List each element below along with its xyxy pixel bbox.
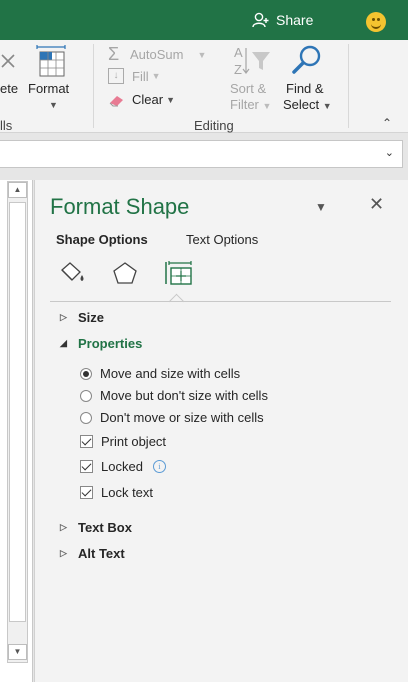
section-text-box-label: Text Box: [78, 520, 132, 535]
expand-triangle-icon: ▷: [60, 312, 67, 322]
size-properties-icon[interactable]: [163, 260, 192, 286]
autosum-dropdown-icon: ▼: [197, 49, 207, 60]
sort-filter-label: Filter: [230, 97, 259, 112]
ribbon: ete Format ▼ lls Σ AutoSum ▼ ↓ Fill ▼ Cl…: [0, 40, 408, 133]
radio-move-and-size[interactable]: Move and size with cells: [80, 366, 240, 381]
section-alt-text[interactable]: ▷ Alt Text: [60, 546, 125, 561]
checkbox[interactable]: [80, 486, 93, 499]
cells-group-label: lls: [0, 118, 13, 133]
checkbox[interactable]: [80, 435, 93, 448]
expand-triangle-icon: ▷: [60, 548, 67, 558]
delete-button[interactable]: ete: [0, 81, 18, 96]
format-cells-icon: [36, 45, 66, 77]
section-alt-text-label: Alt Text: [78, 546, 125, 561]
separator: [348, 44, 349, 128]
radio-button[interactable]: [80, 389, 92, 402]
scroll-down-icon[interactable]: ▼: [8, 644, 27, 660]
scroll-thumb[interactable]: [9, 202, 26, 622]
radio-move-no-size[interactable]: Move but don't size with cells: [80, 388, 268, 403]
eraser-icon: [109, 95, 123, 106]
fill-down-icon: ↓: [108, 68, 124, 84]
info-icon[interactable]: i: [152, 460, 166, 473]
checkbox-label: Lock text: [101, 485, 154, 500]
section-size[interactable]: ▷ Size: [60, 310, 104, 325]
collapse-triangle-icon: ◢: [60, 338, 67, 348]
section-size-label: Size: [78, 310, 105, 325]
separator: [93, 44, 94, 128]
radio-label: Don't move or size with cells: [100, 410, 264, 425]
checkbox-label: Print object: [101, 434, 167, 449]
radio-button[interactable]: [80, 367, 92, 380]
svg-text:Z: Z: [234, 62, 242, 77]
clear-button[interactable]: Clear ▼: [108, 92, 175, 107]
editing-group-label: Editing: [194, 118, 234, 133]
share-label: Share: [276, 12, 314, 28]
radio-label: Move and size with cells: [100, 366, 241, 381]
find-label-1: Find &: [286, 81, 324, 96]
section-properties-label: Properties: [78, 336, 143, 351]
fill-dropdown-icon: ▼: [151, 71, 161, 81]
pane-options-icon[interactable]: ▼: [315, 200, 327, 214]
fill-line-icon[interactable]: [56, 260, 84, 286]
section-properties[interactable]: ◢ Properties: [60, 336, 142, 351]
clear-label: Clear: [132, 92, 164, 107]
divider: [50, 301, 391, 302]
format-button[interactable]: Format ▼: [28, 44, 80, 114]
sort-az-icon: A Z: [234, 45, 270, 77]
radio-dont-move[interactable]: Don't move or size with cells: [80, 410, 264, 425]
format-dropdown-icon: ▼: [49, 100, 58, 110]
format-label: Format: [28, 81, 70, 96]
tab-text-options[interactable]: Text Options: [186, 232, 258, 247]
sigma-icon: Σ: [108, 44, 120, 64]
clear-dropdown-icon: ▼: [166, 94, 175, 105]
radio-label: Move but don't size with cells: [100, 388, 268, 403]
expand-triangle-icon: ▷: [60, 522, 67, 532]
tab-shape-options[interactable]: Shape Options: [56, 232, 148, 247]
title-bar: Share: [0, 0, 408, 40]
radio-button[interactable]: [80, 411, 92, 424]
fill-button[interactable]: ↓ Fill ▼: [108, 68, 161, 84]
magnifier-icon: [292, 45, 321, 74]
checkbox-label: Locked: [101, 459, 143, 474]
vertical-scrollbar[interactable]: ▲ ▼: [7, 181, 28, 663]
sort-label-2: Filter ▼: [230, 97, 271, 112]
share-button[interactable]: Share: [252, 12, 313, 28]
find-label-2: Select ▼: [283, 97, 332, 112]
check-lock-text[interactable]: Lock text: [80, 485, 153, 500]
find-dropdown-icon: ▼: [322, 101, 332, 111]
autosum-button[interactable]: Σ AutoSum ▼: [108, 44, 206, 65]
formula-bar[interactable]: ⌄: [0, 140, 403, 168]
fill-label: Fill: [132, 68, 149, 84]
sort-dropdown-icon: ▼: [262, 101, 272, 111]
sort-label-1: Sort &: [230, 81, 267, 96]
close-icon[interactable]: ✕: [369, 194, 384, 215]
scroll-up-icon[interactable]: ▲: [8, 182, 27, 198]
expand-formula-bar-icon[interactable]: ⌄: [385, 146, 394, 159]
format-shape-pane: Format Shape ▼ ✕ Shape Options Text Opti…: [34, 180, 408, 682]
collapse-ribbon-icon[interactable]: ⌃: [382, 116, 392, 130]
delete-label: ete: [0, 81, 19, 96]
person-icon: [252, 12, 269, 28]
feedback-smiley-icon[interactable]: [366, 12, 386, 32]
find-select-button[interactable]: Find & Select ▼: [282, 44, 338, 114]
section-text-box[interactable]: ▷ Text Box: [60, 520, 132, 535]
check-print-object[interactable]: Print object: [80, 434, 166, 449]
check-locked[interactable]: Locked i: [80, 459, 166, 474]
pane-title: Format Shape: [50, 194, 190, 219]
find-select-label: Select: [283, 97, 320, 112]
effects-icon[interactable]: [111, 260, 139, 286]
sort-filter-button[interactable]: A Z Sort & Filter ▼: [228, 44, 276, 114]
delete-cells-icon: [1, 54, 15, 68]
autosum-label: AutoSum: [130, 47, 184, 62]
svg-text:A: A: [234, 45, 243, 60]
checkbox[interactable]: [80, 460, 93, 473]
